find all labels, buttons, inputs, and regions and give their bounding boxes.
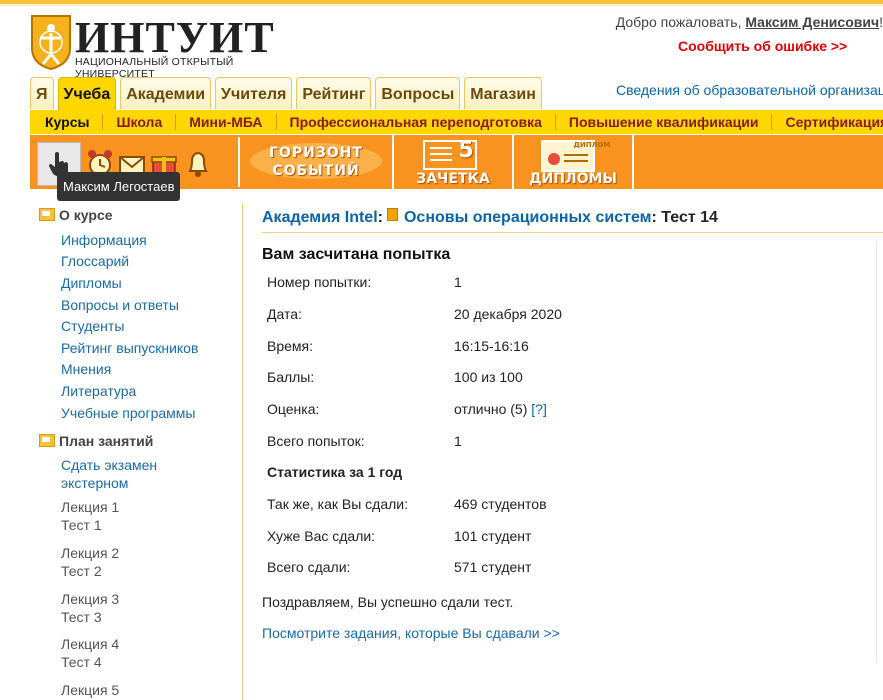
same-result-label: Так же, как Вы сдали:: [267, 496, 409, 512]
tab-academies[interactable]: Академии: [120, 77, 212, 109]
sub-menu: Курсы Школа Мини-МБА Профессиональная пе…: [30, 110, 883, 134]
breadcrumb: Академия Intel: Основы операционных систе…: [262, 208, 718, 227]
lecture-1-link[interactable]: Лекция 1: [61, 498, 119, 516]
lecture-5-link[interactable]: Лекция 5: [61, 681, 119, 699]
book-icon: [386, 208, 398, 221]
breadcrumb-sep: :: [377, 209, 383, 226]
total-attempts-label: Всего попыток:: [267, 433, 365, 449]
worse-result-value: 101 студент: [454, 528, 532, 544]
lesson-plan-header[interactable]: План занятий: [39, 433, 153, 449]
grade-help-link[interactable]: [?]: [531, 401, 547, 417]
lecture-2-link[interactable]: Лекция 2: [61, 544, 119, 562]
date-value: 20 декабря 2020: [454, 306, 562, 322]
record-book-label: ЗАЧЕТКА: [416, 171, 490, 187]
lecture-3-link[interactable]: Лекция 3: [61, 590, 119, 608]
top-stripe-light: [0, 4, 883, 6]
sidebar-link-info[interactable]: Информация: [61, 231, 241, 249]
sidebar-link-faq[interactable]: Вопросы и ответы: [61, 296, 241, 314]
edu-info-link[interactable]: Сведения об образовательной организации: [616, 82, 883, 98]
horizon-label-2: СОБЫТИЙ: [272, 163, 360, 179]
intuit-emblem-icon: [31, 15, 71, 70]
view-tasks-link[interactable]: Посмотрите задания, которые Вы сдавали >…: [262, 625, 560, 641]
diplomas-button[interactable]: ДИПЛОМ ДИПЛОМЫ: [514, 135, 634, 189]
breadcrumb-divider: [262, 232, 883, 233]
same-result-value: 469 студентов: [454, 496, 547, 512]
bell-icon[interactable]: [184, 147, 212, 179]
site-logo[interactable]: ИНТУИТ НАЦИОНАЛЬНЫЙ ОТКРЫТЫЙ УНИВЕРСИТЕТ: [30, 13, 300, 80]
sidebar-link-glossary[interactable]: Глоссарий: [61, 252, 241, 270]
time-value: 16:15-16:16: [454, 338, 529, 354]
record-book-grade: 5: [458, 138, 474, 163]
main-tabs: Я Учеба Академии Учителя Рейтинг Вопросы…: [30, 77, 546, 111]
total-passed-value: 571 студент: [454, 559, 532, 575]
submenu-certification[interactable]: Сертификация: [772, 114, 883, 130]
grade-label: Оценка:: [267, 401, 320, 417]
test-4-link[interactable]: Тест 4: [61, 653, 102, 671]
test-3-link[interactable]: Тест 3: [61, 608, 102, 626]
horizon-events-icon: [250, 143, 382, 179]
submenu-courses[interactable]: Курсы: [30, 114, 104, 130]
sidebar-link-opinions[interactable]: Мнения: [61, 360, 241, 378]
user-tooltip: Максим Легостаев: [57, 172, 181, 201]
brand-name: ИНТУИТ: [75, 13, 275, 62]
sidebar-link-diplomas[interactable]: Дипломы: [61, 274, 241, 292]
welcome-text: Добро пожаловать, Максим Денисович!: [616, 14, 883, 30]
tab-rating[interactable]: Рейтинг: [296, 77, 372, 109]
breadcrumb-course[interactable]: Основы операционных систем: [404, 209, 652, 226]
lecture-4-link[interactable]: Лекция 4: [61, 635, 119, 653]
tab-shop[interactable]: Магазин: [464, 77, 542, 109]
sidebar-link-external-exam[interactable]: Сдать экзамен экстерном: [61, 456, 171, 492]
grade-value: отлично (5): [454, 401, 528, 417]
sidebar-link-graduates-rating[interactable]: Рейтинг выпускников: [61, 339, 241, 357]
welcome-prefix: Добро пожаловать,: [615, 14, 746, 30]
test-1-link[interactable]: Тест 1: [61, 516, 102, 534]
submenu-school[interactable]: Школа: [103, 114, 177, 130]
tab-study[interactable]: Учеба: [57, 77, 117, 111]
tab-teachers[interactable]: Учителя: [215, 77, 293, 109]
sidebar-link-students[interactable]: Студенты: [61, 317, 241, 335]
diplomas-label: ДИПЛОМЫ: [529, 171, 617, 187]
horizon-label-1: ГОРИЗОНТ: [269, 145, 363, 161]
congrats-message: Поздравляем, Вы успешно сдали тест.: [262, 594, 514, 610]
sidebar-link-programs[interactable]: Учебные программы: [61, 404, 241, 422]
about-course-title: О курсе: [59, 207, 113, 223]
grade-value-row: отлично (5) [?]: [454, 401, 547, 417]
attempt-number-label: Номер попытки:: [267, 274, 372, 290]
folder-icon: [39, 208, 55, 221]
submenu-mini-mba[interactable]: Мини-МБА: [176, 114, 277, 130]
time-label: Время:: [267, 338, 314, 354]
breadcrumb-test: : Тест 14: [651, 209, 718, 226]
result-title: Вам засчитана попытка: [262, 246, 451, 263]
total-passed-label: Всего сдали:: [267, 559, 351, 575]
worse-result-label: Хуже Вас сдали:: [267, 528, 376, 544]
stats-title: Статистика за 1 год: [267, 464, 403, 480]
sidebar-link-literature[interactable]: Литература: [61, 382, 241, 400]
welcome-suffix: !: [879, 14, 883, 30]
about-course-header[interactable]: О курсе: [39, 207, 113, 223]
record-book-button[interactable]: 5 ЗАЧЕТКА: [394, 135, 514, 189]
tab-questions[interactable]: Вопросы: [375, 77, 461, 109]
date-label: Дата:: [267, 306, 302, 322]
submenu-qualification[interactable]: Повышение квалификации: [556, 114, 773, 130]
score-label: Баллы:: [267, 369, 315, 385]
horizon-events-button[interactable]: ГОРИЗОНТ СОБЫТИЙ: [240, 135, 394, 189]
left-sidebar: О курсе Информация Глоссарий Дипломы Воп…: [30, 203, 243, 700]
breadcrumb-academy[interactable]: Академия Intel: [262, 209, 378, 226]
test-2-link[interactable]: Тест 2: [61, 562, 102, 580]
submenu-retraining[interactable]: Профессиональная переподготовка: [277, 114, 556, 130]
diploma-small-label: ДИПЛОМ: [573, 141, 611, 149]
folder-icon: [39, 434, 55, 447]
content-panel-border: [876, 242, 877, 662]
total-attempts-value: 1: [454, 433, 462, 449]
report-error-link[interactable]: Сообщить об ошибке >>: [678, 38, 847, 54]
lesson-plan-title: План занятий: [59, 433, 154, 449]
score-value: 100 из 100: [454, 369, 523, 385]
user-name-link[interactable]: Максим Денисович: [745, 14, 879, 30]
attempt-number-value: 1: [454, 274, 462, 290]
tab-me[interactable]: Я: [30, 77, 54, 109]
